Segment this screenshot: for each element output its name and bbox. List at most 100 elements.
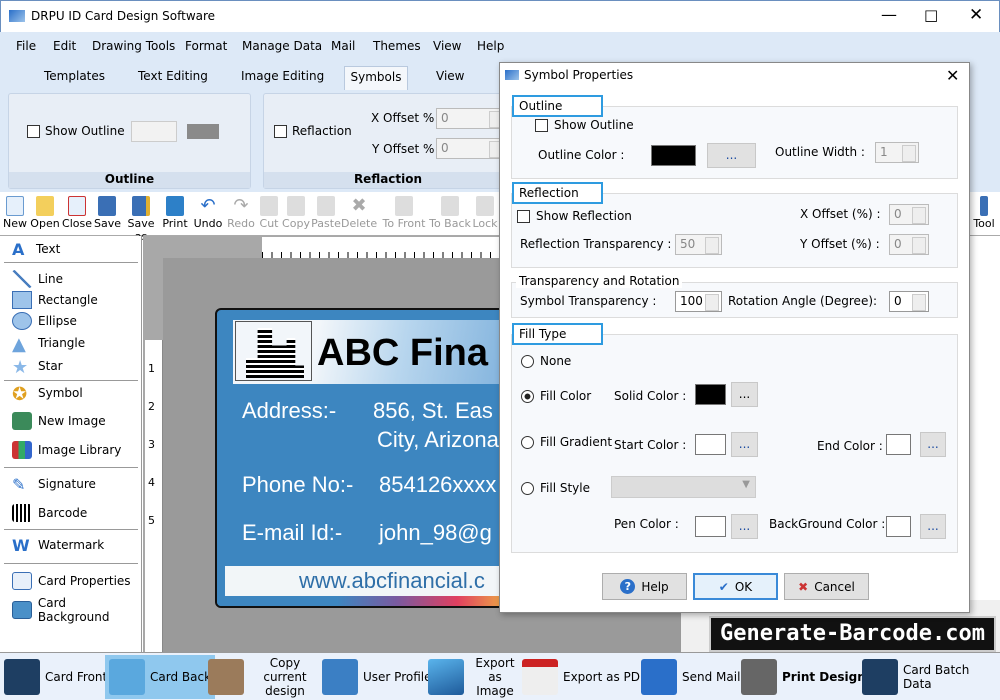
y-offset-input[interactable]: 0: [436, 138, 506, 159]
reflaction-checkbox[interactable]: [274, 125, 287, 138]
rotation-angle-input[interactable]: 0: [889, 291, 929, 312]
cancel-button[interactable]: ✖ Cancel: [784, 573, 869, 600]
tool-card-background[interactable]: Card Background: [12, 596, 141, 624]
start-color-swatch[interactable]: [695, 434, 726, 455]
show-reflection-checkbox[interactable]: [517, 210, 530, 223]
symbol-transparency-input[interactable]: 100: [675, 291, 722, 312]
fill-gradient-label: Fill Gradient: [540, 435, 613, 449]
reflection-x-offset-input[interactable]: 0: [889, 204, 929, 225]
symbol-transparency-label: Symbol Transparency :: [520, 294, 657, 308]
minimize-button[interactable]: —: [881, 5, 897, 24]
fill-gradient-radio[interactable]: [521, 436, 534, 449]
copy-button[interactable]: Copy: [282, 194, 310, 234]
help-button[interactable]: ? Help: [602, 573, 687, 600]
print-button[interactable]: Print: [162, 194, 188, 234]
print-design-button[interactable]: Print Design: [741, 657, 866, 697]
background-color-picker-button[interactable]: ...: [920, 514, 946, 539]
menu-themes[interactable]: Themes: [373, 39, 421, 53]
menu-drawing-tools[interactable]: Drawing Tools: [92, 39, 175, 53]
lock-button[interactable]: Lock: [472, 194, 498, 234]
background-color-swatch[interactable]: [886, 516, 911, 537]
end-color-picker-button[interactable]: ...: [920, 432, 946, 457]
tool-triangle[interactable]: ▲ Triangle: [12, 333, 85, 355]
new-button[interactable]: New: [2, 194, 28, 234]
start-color-picker-button[interactable]: ...: [731, 432, 758, 457]
delete-icon: ✖: [351, 195, 367, 216]
cut-button[interactable]: Cut: [258, 194, 280, 234]
tool-ellipse[interactable]: Ellipse: [12, 311, 77, 331]
tool-symbol[interactable]: ✪ Symbol: [12, 383, 83, 405]
dialog-app-icon: [505, 70, 519, 80]
show-outline-checkbox[interactable]: [27, 125, 40, 138]
tab-templates[interactable]: Templates: [44, 69, 105, 83]
tool-text[interactable]: A Text: [12, 239, 60, 259]
export-image-button[interactable]: Export as Image: [428, 656, 521, 698]
card-front-button[interactable]: Card Front: [4, 657, 107, 697]
end-color-swatch[interactable]: [886, 434, 911, 455]
x-offset-input[interactable]: 0: [436, 108, 506, 129]
tool-line[interactable]: Line: [12, 269, 63, 289]
close-file-button[interactable]: Close: [62, 194, 92, 234]
tool-star[interactable]: ★ Star: [12, 356, 63, 378]
ok-button[interactable]: ✔ OK: [693, 573, 778, 600]
copy-current-design-button[interactable]: Copy current design: [208, 656, 321, 698]
selected-symbol[interactable]: [235, 321, 312, 381]
new-file-icon: [6, 196, 24, 216]
solid-color-picker-button[interactable]: ...: [731, 382, 758, 407]
tool-button[interactable]: Tool: [970, 194, 998, 234]
send-mail-button[interactable]: Send Mail: [641, 657, 740, 697]
tool-card-properties[interactable]: Card Properties: [12, 571, 131, 591]
tab-view[interactable]: View: [436, 69, 464, 83]
menu-file[interactable]: File: [16, 39, 36, 53]
tool-barcode[interactable]: Barcode: [12, 503, 87, 523]
tool-watermark[interactable]: W Watermark: [12, 535, 104, 555]
menu-mail[interactable]: Mail: [331, 39, 355, 53]
menu-help[interactable]: Help: [477, 39, 504, 53]
delete-button[interactable]: ✖ Delete: [341, 194, 377, 234]
fill-color-radio[interactable]: [521, 390, 534, 403]
to-front-button[interactable]: To Front: [381, 194, 427, 234]
tab-symbols[interactable]: Symbols: [344, 66, 408, 90]
paste-button[interactable]: Paste: [311, 194, 341, 234]
export-pdf-button[interactable]: Export as PDF: [522, 657, 647, 697]
undo-button[interactable]: ↶ Undo: [193, 194, 223, 234]
user-profile-button[interactable]: User Profile: [322, 657, 431, 697]
symbol-properties-dialog: Symbol Properties ✕ Outline Show Outline…: [499, 62, 970, 613]
save-button[interactable]: Save: [94, 194, 121, 234]
tool-signature[interactable]: ✎ Signature: [12, 474, 96, 494]
id-card[interactable]: ABC Fina Address:- 856, St. Eas City, Ar…: [215, 308, 515, 608]
outline-color-swatch[interactable]: [651, 145, 696, 166]
pen-color-swatch[interactable]: [695, 516, 726, 537]
maximize-button[interactable]: □: [924, 6, 938, 24]
open-button[interactable]: Open: [30, 194, 60, 234]
menu-edit[interactable]: Edit: [53, 39, 76, 53]
save-as-button[interactable]: Save as: [121, 194, 161, 243]
title-bar: DRPU ID Card Design Software — □ ✕: [0, 0, 1000, 32]
menu-manage-data[interactable]: Manage Data: [242, 39, 322, 53]
reflection-y-offset-input[interactable]: 0: [889, 234, 929, 255]
reflection-transparency-input[interactable]: 50: [675, 234, 722, 255]
tool-rectangle[interactable]: Rectangle: [12, 290, 98, 310]
card-batch-data-button[interactable]: Card Batch Data: [862, 657, 1000, 697]
outline-width-input[interactable]: 1: [875, 142, 919, 163]
solid-color-swatch[interactable]: [695, 384, 726, 405]
menu-format[interactable]: Format: [185, 39, 227, 53]
fill-none-radio[interactable]: [521, 355, 534, 368]
tab-image-editing[interactable]: Image Editing: [241, 69, 324, 83]
fill-style-radio[interactable]: [521, 482, 534, 495]
tool-image-library[interactable]: Image Library: [12, 440, 121, 460]
fill-style-dropdown[interactable]: ▼: [611, 476, 756, 498]
dialog-show-outline-checkbox[interactable]: [535, 119, 548, 132]
tool-new-image[interactable]: New Image: [12, 411, 106, 431]
tab-text-editing[interactable]: Text Editing: [138, 69, 208, 83]
outline-color-dropdown[interactable]: [187, 124, 219, 139]
dialog-close-button[interactable]: ✕: [946, 66, 959, 85]
outline-style-dropdown[interactable]: [131, 121, 177, 142]
outline-color-picker-button[interactable]: ...: [707, 143, 756, 168]
card-back-button[interactable]: Card Back: [105, 655, 216, 699]
close-button[interactable]: ✕: [969, 5, 983, 25]
redo-button[interactable]: ↷ Redo: [226, 194, 256, 234]
menu-view[interactable]: View: [433, 39, 461, 53]
pen-color-picker-button[interactable]: ...: [731, 514, 758, 539]
to-back-button[interactable]: To Back: [429, 194, 471, 234]
